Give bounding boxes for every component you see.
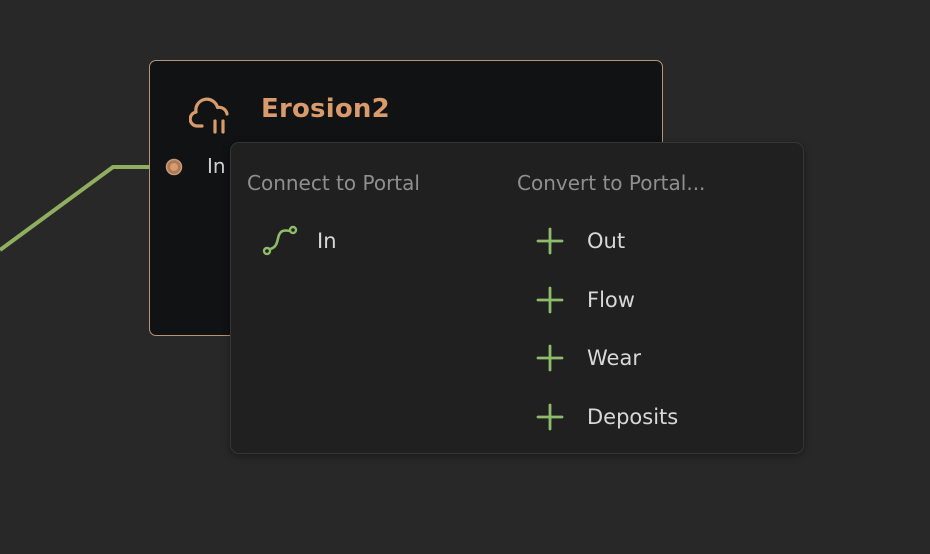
plus-icon <box>528 224 572 258</box>
convert-portal-item-label: Flow <box>587 287 635 312</box>
connect-portal-item-label: In <box>317 228 337 253</box>
input-port-label: In <box>207 154 226 178</box>
node-title: Erosion2 <box>261 94 390 124</box>
cloud-rain-icon <box>188 95 233 135</box>
convert-portal-item-wear[interactable]: Wear <box>528 336 641 380</box>
convert-to-portal-header: Convert to Portal... <box>517 171 706 195</box>
convert-portal-item-flow[interactable]: Flow <box>528 278 635 322</box>
plus-icon <box>528 400 572 434</box>
convert-portal-item-label: Deposits <box>587 404 679 429</box>
portal-route-icon <box>258 224 302 258</box>
input-port-dot[interactable] <box>165 158 183 176</box>
plus-icon <box>528 283 572 317</box>
convert-portal-item-out[interactable]: Out <box>528 219 625 263</box>
portal-context-menu: Connect to Portal Convert to Portal... I… <box>230 142 804 454</box>
connect-to-portal-header: Connect to Portal <box>247 171 420 195</box>
connect-portal-item-in[interactable]: In <box>258 219 337 263</box>
convert-portal-item-label: Wear <box>587 345 641 370</box>
convert-portal-item-deposits[interactable]: Deposits <box>528 395 678 439</box>
plus-icon <box>528 341 572 375</box>
convert-portal-item-label: Out <box>587 228 626 253</box>
graph-canvas[interactable]: Erosion2 In Connect to Portal Convert to… <box>0 0 930 554</box>
